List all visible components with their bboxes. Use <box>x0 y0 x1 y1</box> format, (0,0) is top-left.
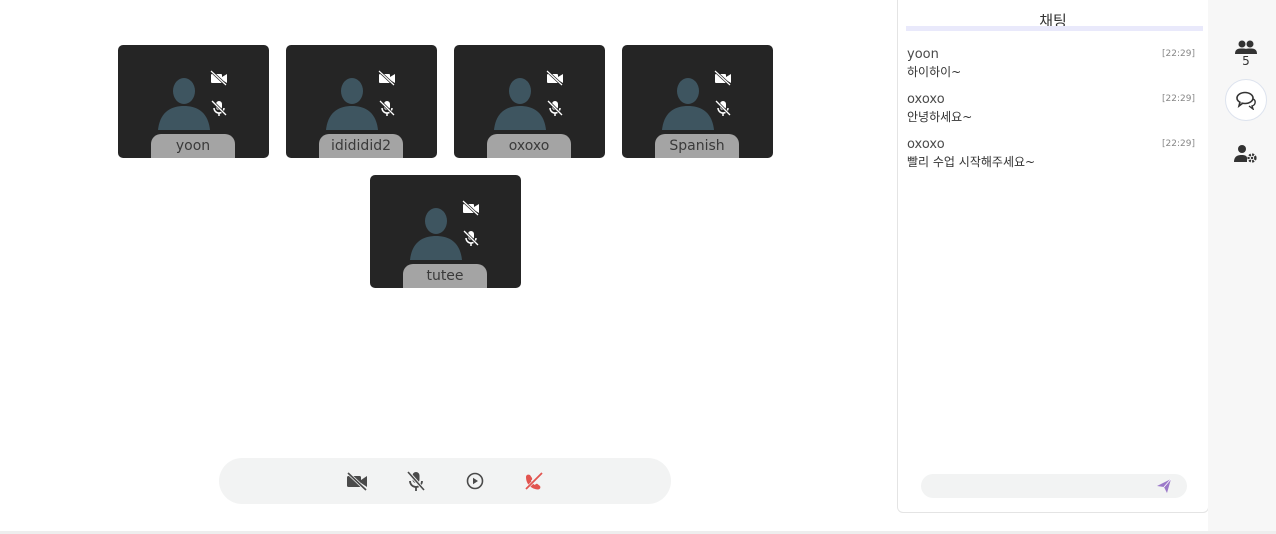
message-sender: oxoxo <box>907 92 945 107</box>
message-text: 안녕하세요~ <box>907 110 973 124</box>
chat-message: oxoxo [22:29] 빨리 수업 시작해주세요~ <box>907 137 1195 170</box>
message-time: [22:29] <box>1162 94 1195 104</box>
avatar-silhouette-icon <box>326 78 378 130</box>
hang-up-icon <box>524 471 544 491</box>
send-message-button[interactable] <box>1154 476 1174 496</box>
chat-message-input[interactable] <box>921 474 1187 498</box>
participant-name: tutee <box>403 264 487 288</box>
message-text: 빨리 수업 시작해주세요~ <box>907 155 1036 169</box>
participant-name: Spanish <box>655 134 739 158</box>
chat-icon <box>1236 91 1256 110</box>
participant-tile-idididid2[interactable]: idididid2 <box>286 45 437 158</box>
participant-tile-tutee[interactable]: tutee <box>370 175 521 288</box>
message-time: [22:29] <box>1162 139 1195 149</box>
mic-off-icon <box>379 100 395 116</box>
video-off-icon <box>346 471 368 492</box>
mic-off-icon <box>463 230 479 246</box>
avatar-silhouette-icon <box>410 208 462 260</box>
participant-name: yoon <box>151 134 235 158</box>
camera-off-icon <box>462 200 479 216</box>
chat-panel: 채팅 yoon [22:29] 하이하이~ oxoxo [22:29] 안녕하세… <box>897 0 1209 513</box>
play-button[interactable] <box>463 469 487 493</box>
message-sender: yoon <box>907 47 939 62</box>
camera-off-icon <box>546 70 563 86</box>
participants-button[interactable]: 5 <box>1226 38 1266 78</box>
avatar-silhouette-icon <box>662 78 714 130</box>
video-stage: yoon idididid2 oxoxo Spanish tutee <box>0 0 896 534</box>
camera-off-icon <box>378 70 395 86</box>
participant-tile-yoon[interactable]: yoon <box>118 45 269 158</box>
message-text: 하이하이~ <box>907 65 962 79</box>
avatar-silhouette-icon <box>158 78 210 130</box>
mic-off-icon <box>211 100 227 116</box>
call-controls-bar <box>219 458 671 504</box>
avatar-silhouette-icon <box>494 78 546 130</box>
leave-call-button[interactable] <box>522 469 546 493</box>
send-icon <box>1157 478 1172 493</box>
toggle-video-button[interactable] <box>345 469 369 493</box>
camera-off-icon <box>714 70 731 86</box>
participant-tile-spanish[interactable]: Spanish <box>622 45 773 158</box>
participant-tile-oxoxo[interactable]: oxoxo <box>454 45 605 158</box>
chat-toggle-button[interactable] <box>1225 79 1267 121</box>
user-settings-button[interactable] <box>1226 136 1266 176</box>
mic-off-icon <box>715 100 731 116</box>
chat-title-underline <box>906 26 1203 31</box>
participant-count: 5 <box>1242 54 1250 68</box>
message-time: [22:29] <box>1162 49 1195 59</box>
participant-name: idididid2 <box>319 134 403 158</box>
chat-message: oxoxo [22:29] 안녕하세요~ <box>907 92 1195 125</box>
user-settings-icon <box>1234 145 1257 163</box>
side-rail: 5 <box>1208 0 1276 534</box>
message-sender: oxoxo <box>907 137 945 152</box>
play-circle-icon <box>466 472 484 490</box>
mic-off-icon <box>406 470 426 492</box>
mic-off-icon <box>547 100 563 116</box>
toggle-mic-button[interactable] <box>404 469 428 493</box>
participant-name: oxoxo <box>487 134 571 158</box>
chat-message: yoon [22:29] 하이하이~ <box>907 47 1195 80</box>
camera-off-icon <box>210 70 227 86</box>
